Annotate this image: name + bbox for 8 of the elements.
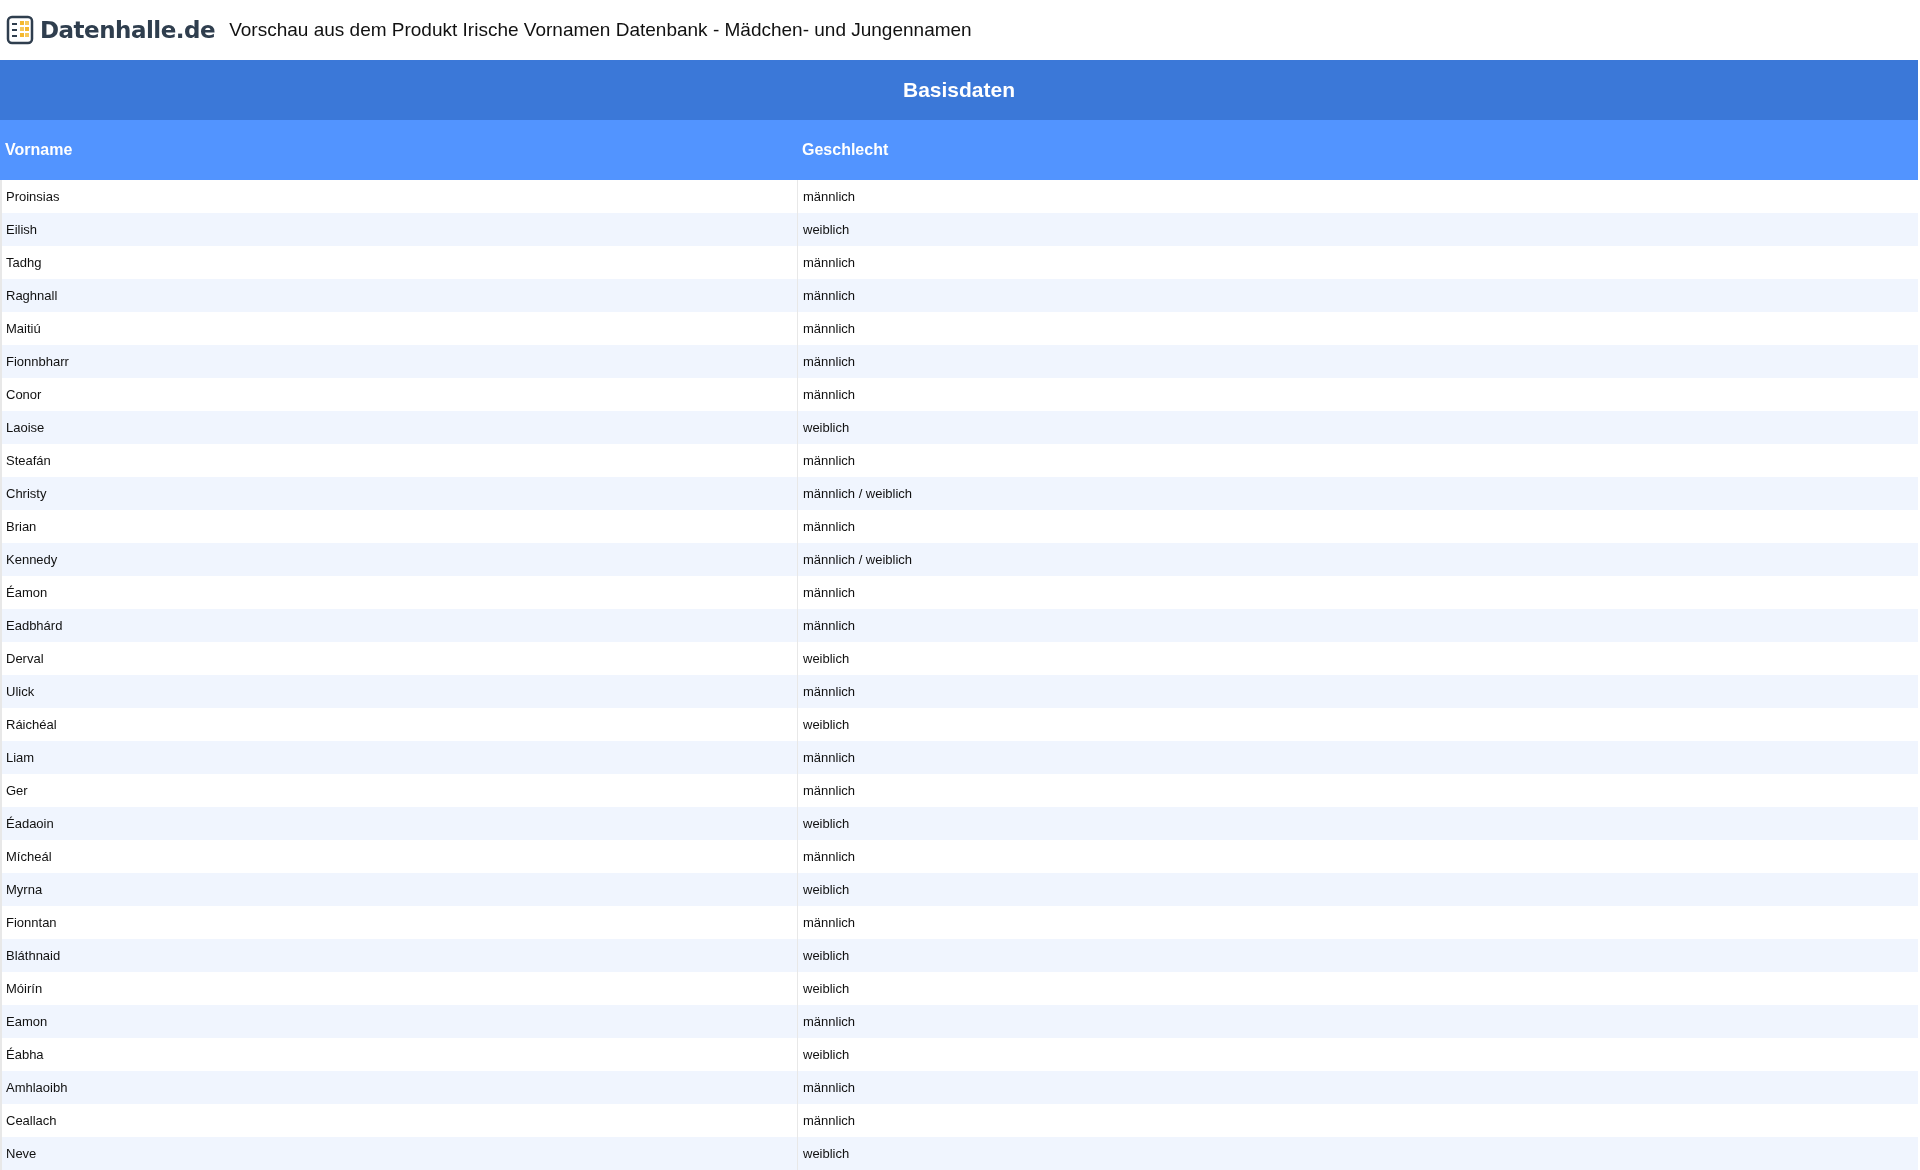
page-title: Vorschau aus dem Produkt Irische Vornamen Datenbank - Mädchen- und Jungennamen: [229, 19, 972, 41]
logo-text[interactable]: Datenhalle.de: [40, 17, 216, 43]
table-cell: Neve: [0, 1137, 797, 1170]
logo-icon: [6, 14, 36, 46]
table-title: Basisdaten: [0, 60, 1918, 120]
table-cell: weiblich: [797, 1137, 1918, 1170]
column-header: Vorname: [4, 140, 74, 160]
column-header: Geschlecht: [801, 140, 890, 160]
